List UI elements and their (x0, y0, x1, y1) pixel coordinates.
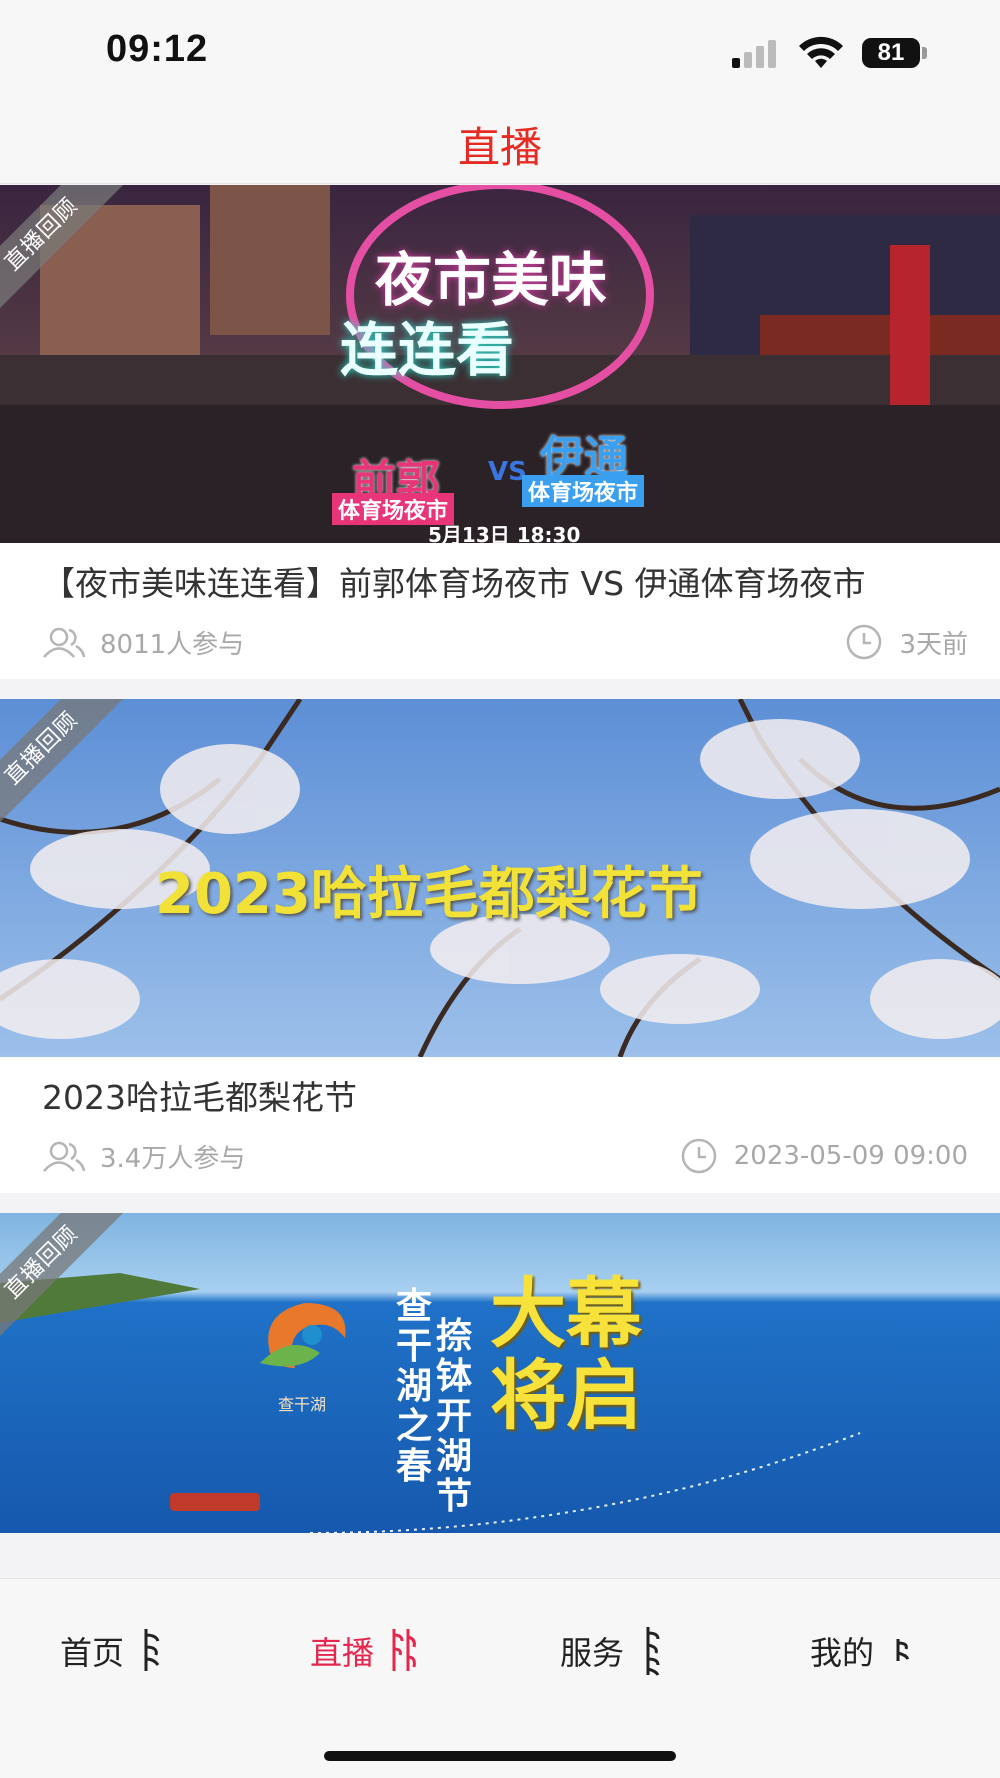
page-title: 直播 (457, 123, 542, 172)
overlay-column-2: 捺钵开湖节 (435, 1316, 472, 1517)
overlay-subtitle: 连连看 (340, 316, 515, 384)
live-title[interactable]: 2023哈拉毛都梨花节 (42, 1079, 968, 1117)
tab-label: 服务 (560, 1634, 625, 1672)
live-card[interactable]: 直播回顾 夜市美味 连连看 前郭 体育场夜市 VS 伊通 体育场夜市 5月13日… (0, 185, 1000, 679)
live-thumbnail[interactable]: 直播回顾 2023哈拉毛都梨花节 (0, 699, 1000, 1057)
live-thumbnail[interactable]: 直播回顾 查干湖 查干湖之春 捺钵开湖节 大幕将启 (0, 1213, 1000, 1533)
tab-label: 首页 (60, 1634, 125, 1672)
mongolian-script-icon (896, 1639, 910, 1661)
tab-bar: 首页 直播 服务 我的 (0, 1578, 1000, 1778)
live-meta: 8011人参与 3天前 (42, 621, 968, 663)
overlay-column-1: 查干湖之春 (395, 1286, 432, 1487)
tab-live[interactable]: 直播 (310, 1621, 418, 1681)
logo-caption: 查干湖 (278, 1395, 327, 1414)
live-meta: 3.4万人参与 2023-05-09 09:00 (42, 1135, 968, 1177)
status-time: 09:12 (106, 28, 209, 70)
users-icon (43, 627, 86, 658)
wifi-icon (799, 36, 843, 68)
live-time: 3天前 (899, 629, 968, 660)
overlay-title: 2023哈拉毛都梨花节 (155, 862, 703, 927)
clock-icon (681, 1138, 716, 1174)
tab-home[interactable]: 首页 (60, 1621, 168, 1681)
participant-count: 8011人参与 (100, 629, 245, 660)
tab-me[interactable]: 我的 (810, 1621, 918, 1681)
tab-services[interactable]: 服务 (560, 1621, 668, 1681)
tab-label: 我的 (810, 1634, 875, 1672)
overlay-headline: 大幕将启 (490, 1269, 642, 1440)
live-time: 2023-05-09 09:00 (733, 1141, 968, 1171)
mongolian-script-icon (144, 1629, 160, 1671)
mongolian-script-icon (646, 1627, 660, 1676)
live-thumbnail[interactable]: 直播回顾 夜市美味 连连看 前郭 体育场夜市 VS 伊通 体育场夜市 5月13日… (0, 185, 1000, 543)
live-card[interactable]: 直播回顾 2023哈拉毛都梨花节 2023哈拉毛都梨花节 3.4万人参与 202… (0, 699, 1000, 1193)
live-feed: 直播回顾 夜市美味 连连看 前郭 体育场夜市 VS 伊通 体育场夜市 5月13日… (0, 185, 1000, 1553)
overlay-date: 5月13日 18:30 (428, 523, 581, 543)
battery-level: 81 (862, 38, 920, 68)
participant-count: 3.4万人参与 (100, 1143, 246, 1174)
home-indicator (324, 1751, 676, 1761)
tab-label: 直播 (310, 1634, 375, 1672)
cellular-signal-icon (732, 40, 776, 68)
clock-icon (847, 624, 882, 660)
users-icon (43, 1141, 86, 1172)
live-title[interactable]: 【夜市美味连连看】前郭体育场夜市 VS 伊通体育场夜市 (42, 565, 968, 603)
nav-header: 直播 (0, 100, 1000, 184)
festival-logo (260, 1303, 346, 1368)
battery-icon: 81 (862, 38, 927, 68)
overlay-right-sub: 体育场夜市 (522, 475, 645, 507)
live-card[interactable]: 直播回顾 查干湖 查干湖之春 捺钵开湖节 大幕将启 (0, 1213, 1000, 1533)
mongolian-script-icon (392, 1629, 416, 1671)
status-bar: 09:12 81 (0, 0, 1000, 100)
